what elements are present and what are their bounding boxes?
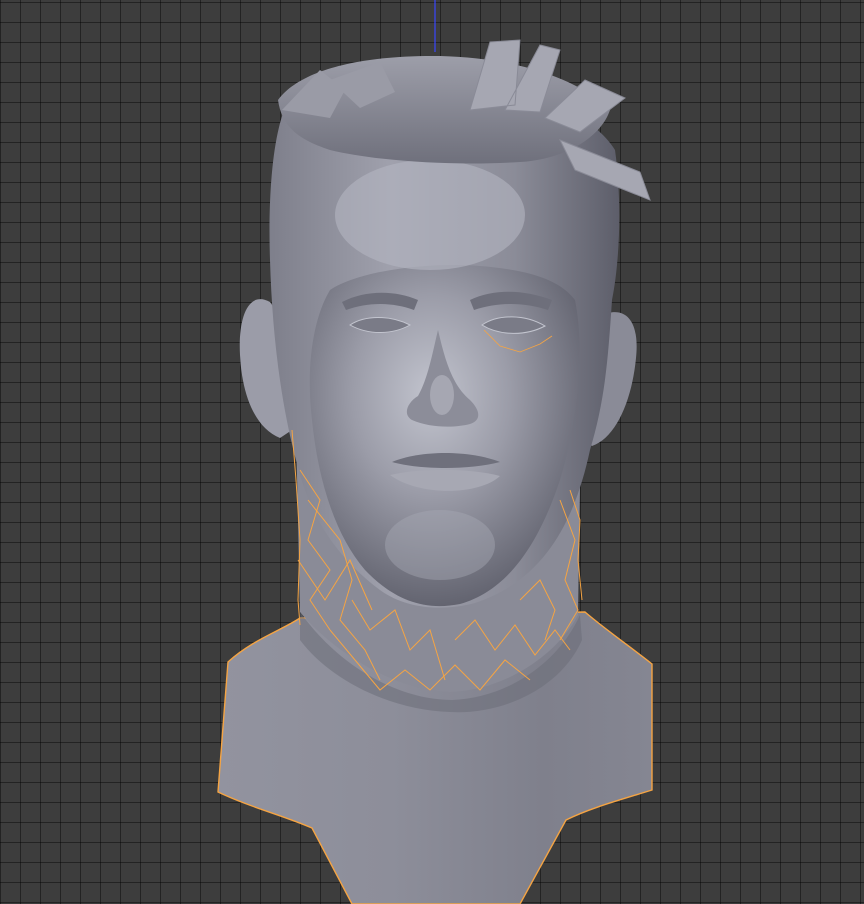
viewport-scene[interactable] — [0, 0, 864, 904]
chin-highlight — [385, 510, 495, 580]
forehead-highlight — [335, 160, 525, 270]
nose-highlight — [430, 375, 454, 415]
3d-viewport[interactable] — [0, 0, 864, 904]
